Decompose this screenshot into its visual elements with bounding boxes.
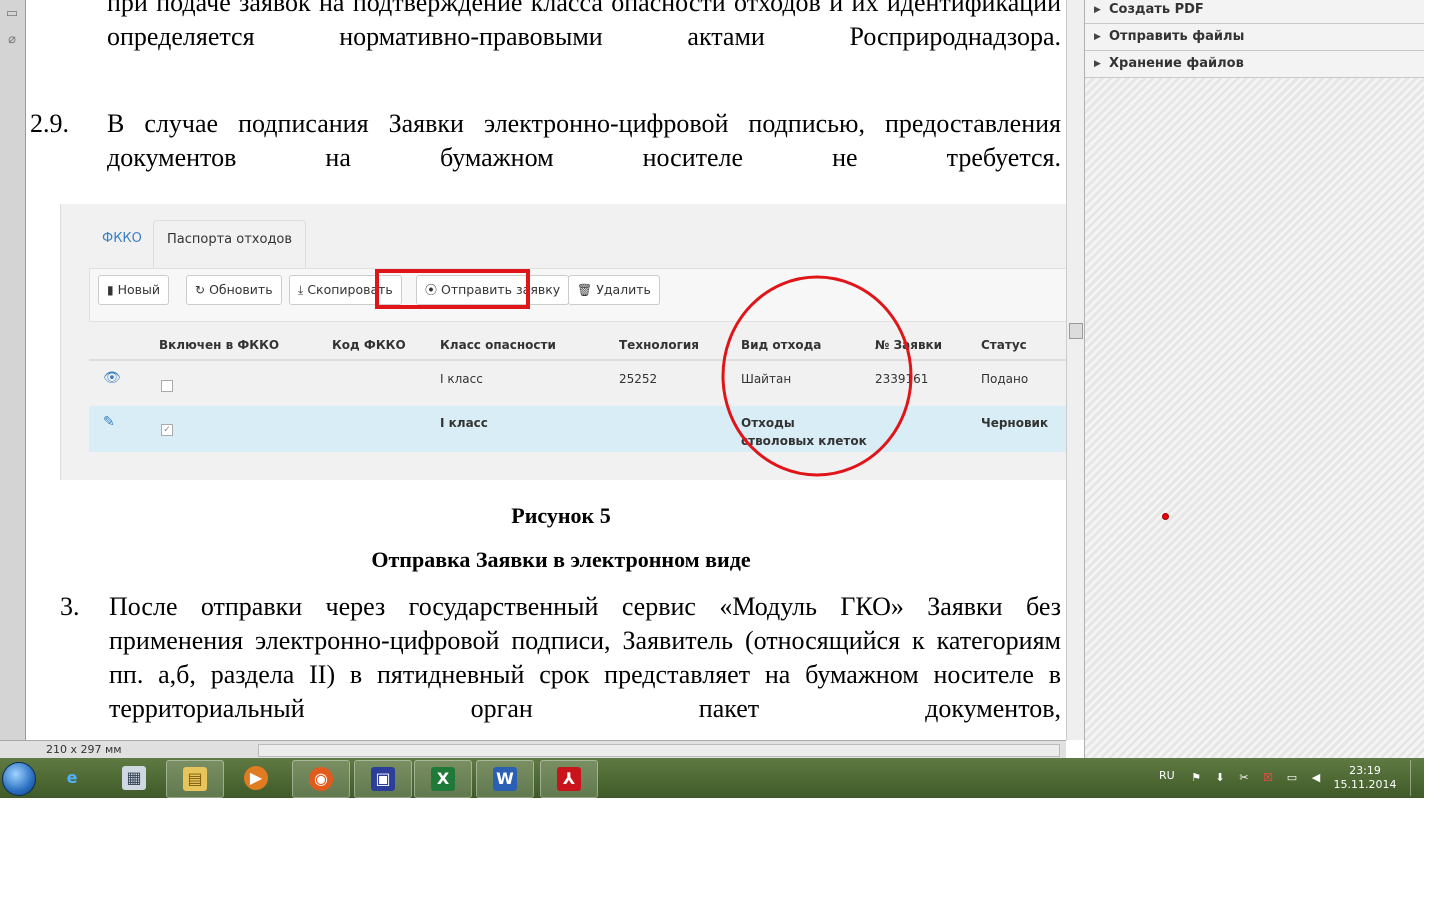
send-files-item[interactable]: ▶ Отправить файлы [1085, 24, 1425, 51]
start-button[interactable] [0, 760, 40, 796]
media-player-icon: ▶ [244, 766, 268, 790]
triangle-right-icon: ▶ [1094, 32, 1101, 42]
taskbar-explorer[interactable]: ▤ [166, 760, 224, 798]
taskbar-firefox[interactable]: ◉ [292, 760, 350, 798]
windows-logo-icon [2, 762, 36, 796]
language-indicator[interactable]: RU [1159, 769, 1175, 782]
clock[interactable]: 23:19 15.11.2014 [1330, 764, 1400, 792]
volume-icon[interactable]: ◀ [1310, 772, 1322, 784]
store-files-item[interactable]: ▶ Хранение файлов [1085, 51, 1425, 78]
annotation-ellipse [721, 275, 913, 477]
paragraph-top: при подаче заявок на подтверждение класс… [107, 0, 1061, 51]
pages-icon[interactable]: ▭ [3, 4, 21, 22]
vertical-scrollbar[interactable] [1066, 0, 1084, 740]
taskbar-excel[interactable]: X [414, 760, 472, 798]
taskbar-word[interactable]: W [476, 760, 534, 798]
document-page: при подаче заявок на подтверждение класс… [26, 0, 1066, 740]
tools-icon[interactable]: ✂ [1238, 772, 1250, 784]
cursor-dot [1162, 513, 1169, 520]
attachment-icon[interactable]: ⌀ [3, 30, 21, 48]
figure-screenshot: ФККО Паспорта отходов ▮ Новый ↻ Обновить ⤓… [60, 204, 1066, 480]
calculator-icon: ▦ [122, 766, 146, 790]
item-2-9-number: 2.9. [30, 109, 69, 138]
status-bar: 210 x 297 мм [0, 740, 1066, 758]
horizontal-scrollbar[interactable] [258, 744, 1060, 757]
explorer-icon: ▤ [183, 767, 207, 791]
system-tray: RU ⚑ ⬇ ✂ ☒ ▭ ◀ 23:19 15.11.2014 [1150, 758, 1424, 798]
item-3-number: 3. [60, 592, 80, 621]
triangle-right-icon: ▶ [1094, 59, 1101, 69]
page-size-label: 210 x 297 мм [46, 743, 122, 756]
triangle-right-icon: ▶ [1094, 5, 1101, 15]
taskbar-ie[interactable]: e [44, 760, 100, 796]
scroll-thumb[interactable] [1069, 323, 1083, 339]
ie-icon: e [66, 768, 78, 787]
network-icon[interactable]: ▭ [1286, 772, 1298, 784]
antivirus-icon[interactable]: ☒ [1262, 772, 1274, 784]
save-floppy-icon: ▣ [371, 767, 395, 791]
acrobat-icon: ⅄ [557, 767, 581, 791]
create-pdf-item[interactable]: ▶ Создать PDF [1085, 0, 1425, 24]
figure-caption-subtitle: Отправка Заявки в электронном виде [371, 547, 751, 572]
figure-caption-title: Рисунок 5 [511, 503, 611, 528]
item-3-text: После отправки через государственный сер… [109, 592, 1061, 723]
taskbar-media-player[interactable]: ▶ [228, 760, 284, 796]
pdf-viewer-window: ▭ ⌀ при подаче заявок на подтверждение к… [0, 0, 1440, 758]
show-desktop-button[interactable] [1410, 760, 1423, 796]
tools-panel: ▶ Создать PDF ▶ Отправить файлы ▶ Хранение … [1084, 0, 1425, 758]
firefox-icon: ◉ [309, 767, 333, 791]
taskbar-acrobat[interactable]: ⅄ [540, 760, 598, 798]
item-2-9-text: В случае подписания Заявки электронно-ци… [107, 109, 1061, 172]
left-navigation-pane: ▭ ⌀ [0, 0, 26, 758]
flag-icon[interactable]: ⚑ [1190, 772, 1202, 784]
taskbar-save[interactable]: ▣ [354, 760, 412, 798]
taskbar-calculator[interactable]: ▦ [106, 760, 162, 796]
update-icon[interactable]: ⬇ [1214, 772, 1226, 784]
windows-taskbar: e ▦ ▤ ▶ ◉ ▣ X W ⅄ RU ⚑ ⬇ ✂ ☒ ▭ ◀ 23:19 1… [0, 758, 1424, 798]
word-icon: W [493, 767, 517, 791]
excel-icon: X [431, 767, 455, 791]
